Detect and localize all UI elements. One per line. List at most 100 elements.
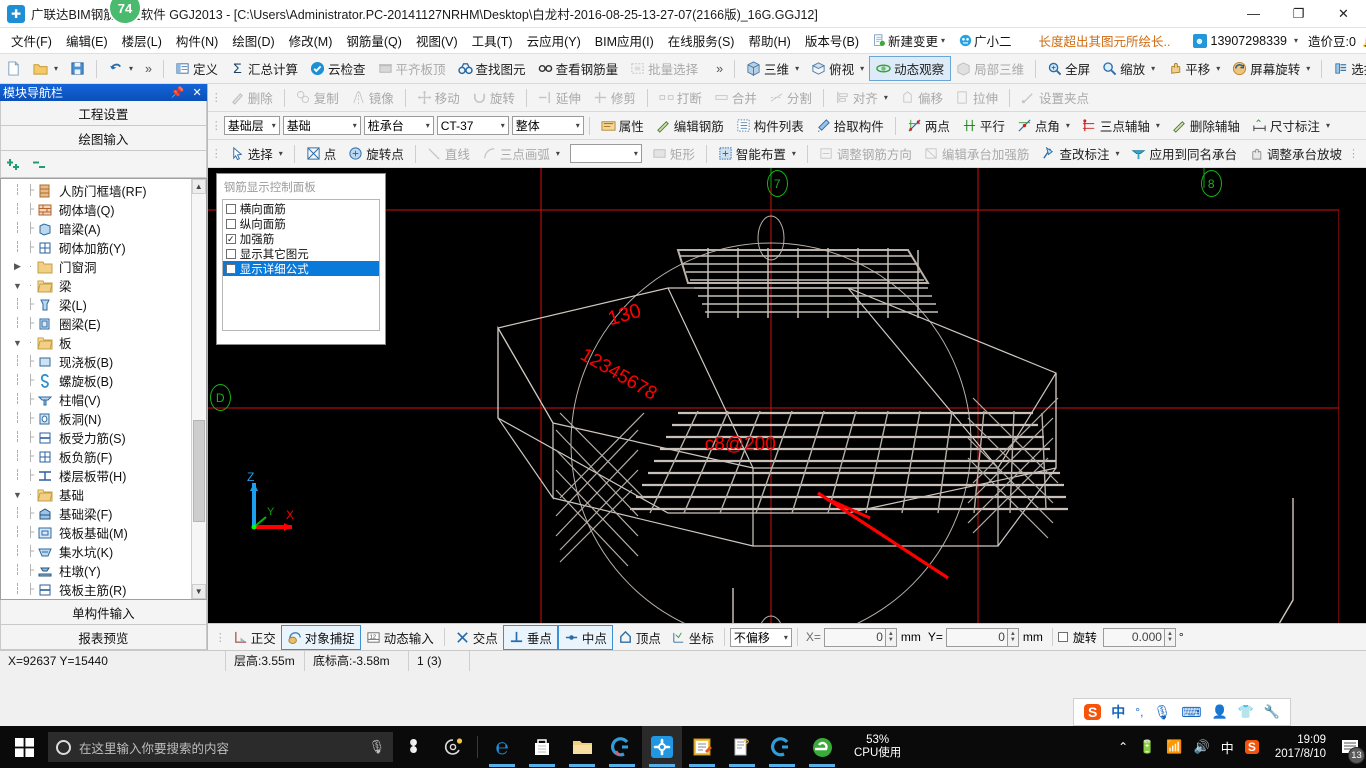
- offset-button[interactable]: 偏移: [894, 86, 949, 109]
- close-button[interactable]: ✕: [1321, 0, 1366, 28]
- merge-button[interactable]: 合并: [708, 86, 763, 109]
- rebar-option-1[interactable]: 纵向面筋: [223, 216, 379, 231]
- taskbar-help-doc[interactable]: ?: [722, 726, 762, 768]
- intersection-snap-toggle[interactable]: 交点: [450, 626, 503, 649]
- chevron-down-icon[interactable]: ▾: [1115, 149, 1119, 158]
- menu-floor[interactable]: 楼层(L): [115, 28, 169, 53]
- tree-item-人防门框墙rf[interactable]: ┆├人防门框墙(RF): [1, 181, 191, 200]
- fullscreen-button[interactable]: 全屏: [1041, 57, 1096, 80]
- chevron-down-icon[interactable]: ▾: [129, 64, 133, 73]
- tree-item-集水坑k[interactable]: ┆├集水坑(K): [1, 542, 191, 561]
- arc-tool-button[interactable]: 三点画弧 ▾: [476, 142, 566, 165]
- midpoint-snap-toggle[interactable]: 中点: [558, 625, 613, 650]
- new-file-button[interactable]: [0, 59, 27, 78]
- cloud-check-button[interactable]: 云检查: [304, 57, 372, 80]
- close-icon[interactable]: ✕: [193, 86, 202, 99]
- menu-version[interactable]: 版本号(B): [798, 28, 866, 53]
- chevron-down-icon[interactable]: ▾: [784, 633, 788, 642]
- tree-item-现浇板b[interactable]: ┆├现浇板(B): [1, 352, 191, 371]
- align-button[interactable]: 对齐 ▾: [829, 86, 894, 109]
- ortho-toggle[interactable]: 正交: [228, 626, 281, 649]
- chevron-down-icon[interactable]: ▾: [795, 64, 799, 73]
- move-button[interactable]: 移动: [411, 86, 466, 109]
- collapse-all-icon[interactable]: [33, 157, 50, 172]
- partial-3d-button[interactable]: 局部三维: [950, 57, 1030, 80]
- checkbox[interactable]: [226, 204, 236, 214]
- sogou-s-icon[interactable]: S: [1084, 704, 1101, 720]
- new-change-button[interactable]: 新建变更 ▾: [866, 28, 952, 53]
- rect-tool-button[interactable]: 矩形: [646, 142, 701, 165]
- point-angle-button[interactable]: 点角 ▾: [1011, 114, 1076, 137]
- x-offset-spinner[interactable]: ▲▼: [886, 628, 897, 647]
- wrench-icon[interactable]: 🔧: [1264, 704, 1280, 720]
- taskbar-edge[interactable]: ℮: [482, 726, 522, 768]
- edit-rebar-button[interactable]: 编辑钢筋: [650, 114, 730, 137]
- rebar-display-panel[interactable]: 钢筋显示控制面板 横向面筋纵向面筋✓加强筋显示其它图元显示详细公式: [216, 173, 386, 345]
- chevron-down-icon[interactable]: ▾: [792, 149, 796, 158]
- tree-item-板负筋f[interactable]: ┆├板负筋(F): [1, 447, 191, 466]
- taskbar-store[interactable]: [522, 726, 562, 768]
- chevron-down-icon[interactable]: ▾: [1294, 36, 1298, 45]
- dimension-button[interactable]: 尺寸标注 ▾: [1246, 114, 1336, 137]
- three-point-axis-button[interactable]: 三点辅轴 ▾: [1076, 114, 1166, 137]
- search-input[interactable]: 在这里输入你要搜索的内容 🎙: [48, 732, 393, 762]
- chevron-down-icon[interactable]: ▼: [11, 338, 24, 348]
- single-component-input-button[interactable]: 单构件输入: [0, 600, 207, 625]
- view-top-button[interactable]: 俯视 ▾: [805, 57, 870, 80]
- edit-cap-rebar-button[interactable]: 编辑承台加强筋: [918, 142, 1036, 165]
- component-type-selector[interactable]: 桩承台 ▾: [364, 116, 434, 135]
- tree-item-暗梁a[interactable]: ┆├暗梁(A): [1, 219, 191, 238]
- checkbox[interactable]: ✓: [226, 234, 236, 244]
- windows-start-icon[interactable]: [0, 726, 48, 768]
- open-file-button[interactable]: ▾: [27, 59, 64, 78]
- chevron-down-icon[interactable]: ▾: [54, 64, 58, 73]
- chevron-down-icon[interactable]: ▾: [501, 121, 505, 130]
- smart-layout-button[interactable]: 智能布置 ▾: [712, 142, 802, 165]
- two-point-axis-button[interactable]: 两点: [901, 114, 956, 137]
- menu-online-service[interactable]: 在线服务(S): [661, 28, 742, 53]
- menu-rebar-qty[interactable]: 钢筋量(Q): [339, 28, 409, 53]
- grid-label-7[interactable]: 7: [767, 170, 788, 197]
- menu-edit[interactable]: 编辑(E): [59, 28, 115, 53]
- chevron-down-icon[interactable]: ▾: [1216, 64, 1220, 73]
- toolbar-grip[interactable]: ⋮: [211, 147, 221, 160]
- grid-label-8[interactable]: 8: [1201, 170, 1222, 197]
- scope-selector[interactable]: 整体 ▾: [512, 116, 584, 135]
- taskbar-ie-green[interactable]: [802, 726, 842, 768]
- adjust-cap-slope-button[interactable]: 调整承台放坡: [1243, 142, 1348, 165]
- component-list-button[interactable]: 构件列表: [730, 114, 810, 137]
- tree-item-螺旋板b[interactable]: ┆├螺旋板(B): [1, 371, 191, 390]
- keyboard-icon[interactable]: ⌨: [1181, 704, 1201, 721]
- battery-icon[interactable]: 🔋: [1139, 739, 1155, 755]
- extend-button[interactable]: 延伸: [532, 86, 587, 109]
- rotate-button[interactable]: 旋转: [466, 86, 521, 109]
- select-floor-button[interactable]: 选择楼层: [1327, 57, 1366, 80]
- split-button[interactable]: 分割: [763, 86, 818, 109]
- floor-selector[interactable]: 基础层 ▾: [224, 116, 280, 135]
- tree-item-板洞n[interactable]: ┆├板洞(N): [1, 409, 191, 428]
- tree-scrollbar[interactable]: ▲ ▼: [191, 179, 206, 599]
- mirror-button[interactable]: 镜像: [345, 86, 400, 109]
- project-settings-button[interactable]: 工程设置: [0, 101, 207, 126]
- save-button[interactable]: [64, 59, 91, 78]
- perpendicular-snap-toggle[interactable]: 垂点: [503, 625, 558, 650]
- ime-toolbar[interactable]: S 中 °, 🎙 ⌨ 👤 👕 🔧: [1073, 698, 1291, 726]
- punct-icon[interactable]: °,: [1135, 705, 1143, 719]
- report-preview-button[interactable]: 报表预览: [0, 625, 207, 650]
- chevron-down-icon[interactable]: ▾: [634, 149, 638, 158]
- taskbar-gld-blue[interactable]: [762, 726, 802, 768]
- user-nick-button[interactable]: 广小二: [952, 28, 1019, 53]
- microphone-icon[interactable]: 🎙: [368, 739, 385, 755]
- tree-item-基础[interactable]: ▼·基础: [1, 485, 191, 504]
- scroll-down-button[interactable]: ▼: [192, 584, 206, 599]
- scroll-track[interactable]: [192, 194, 206, 584]
- bell-icon[interactable]: 🔔: [1362, 33, 1366, 49]
- menu-bim[interactable]: BIM应用(I): [588, 28, 661, 53]
- summary-calc-button[interactable]: Σ 汇总计算: [224, 57, 304, 80]
- delete-axis-button[interactable]: 删除辅轴: [1166, 114, 1246, 137]
- batch-select-button[interactable]: 批量选择: [624, 57, 704, 80]
- screen-rotate-button[interactable]: 屏幕旋转 ▾: [1226, 57, 1316, 80]
- chinese-input-icon[interactable]: 中: [1111, 702, 1125, 722]
- checkbox[interactable]: [226, 264, 236, 274]
- pick-component-button[interactable]: 拾取构件: [810, 114, 890, 137]
